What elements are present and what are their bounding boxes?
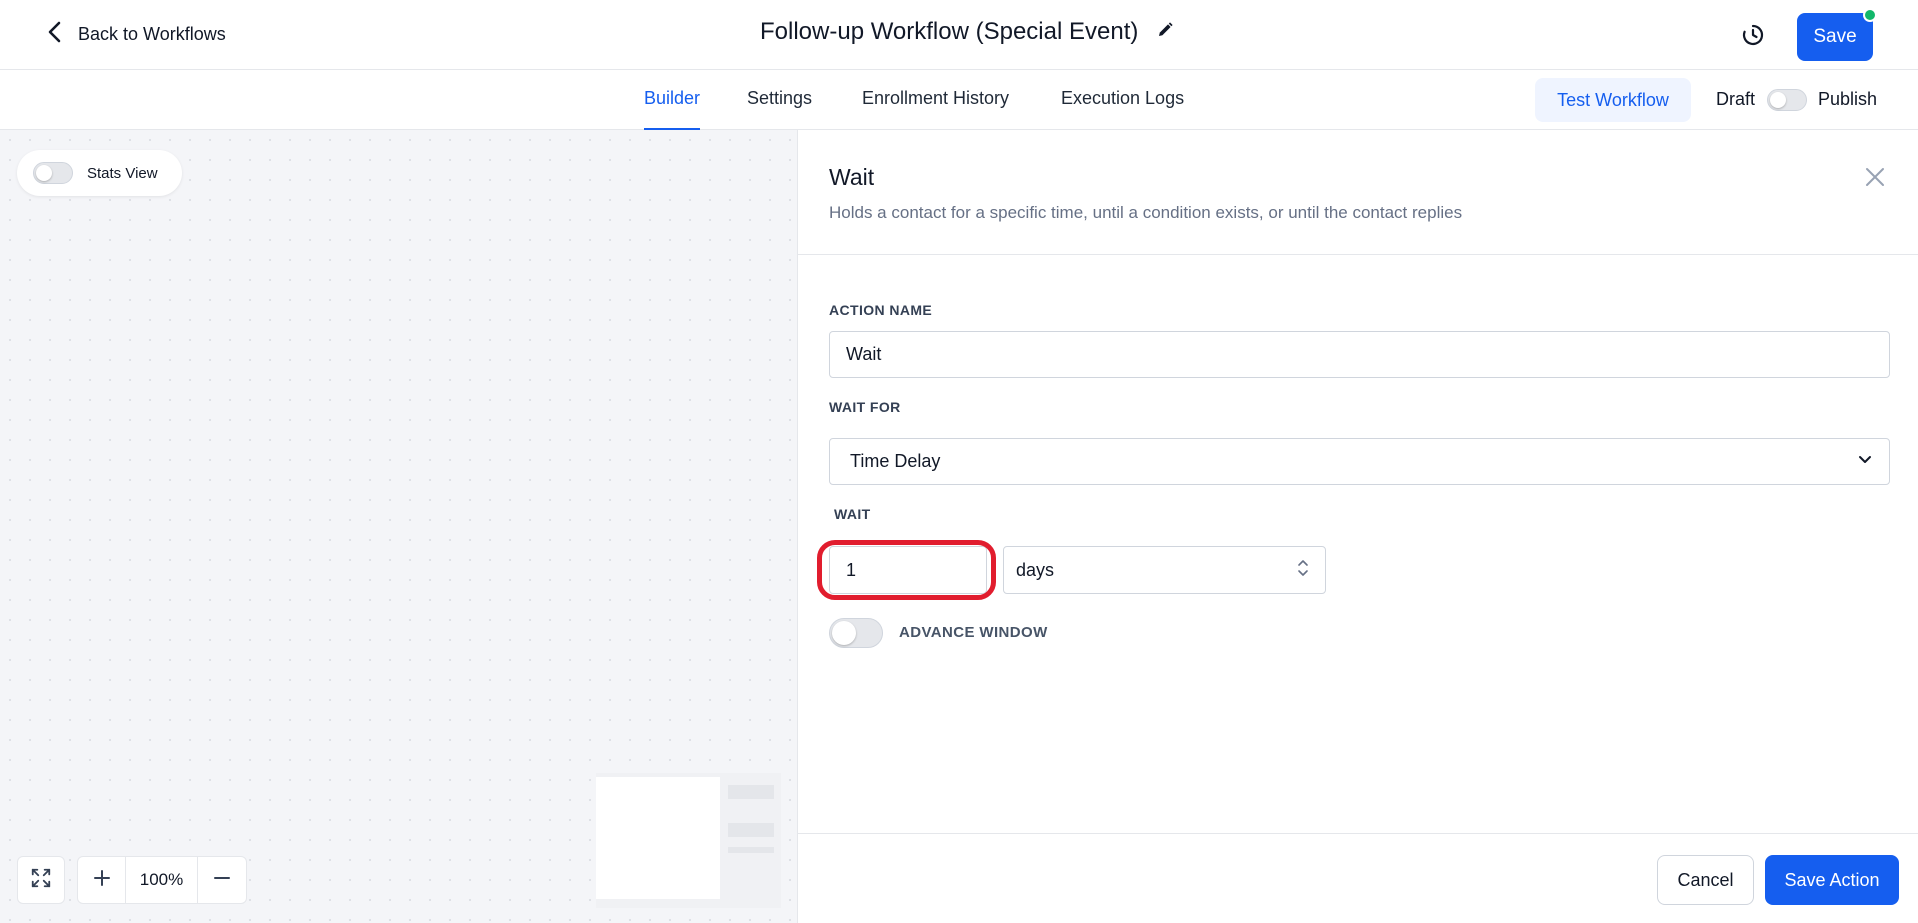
minimap[interactable] xyxy=(596,773,781,908)
wait-label: WAIT xyxy=(834,506,871,522)
publish-toggle[interactable] xyxy=(1767,89,1807,111)
wait-unit-select[interactable]: days xyxy=(1003,546,1326,594)
pencil-icon[interactable] xyxy=(1156,21,1174,44)
zoom-in-button[interactable] xyxy=(78,857,126,903)
panel-description: Holds a contact for a specific time, unt… xyxy=(829,203,1463,222)
advance-window-toggle[interactable] xyxy=(829,618,883,648)
chevron-down-icon xyxy=(1857,451,1873,472)
save-action-button[interactable]: Save Action xyxy=(1765,855,1899,905)
workflow-title-group: Follow-up Workflow (Special Event) xyxy=(760,18,1174,46)
back-to-workflows-link[interactable]: Back to Workflows xyxy=(44,20,226,49)
minimap-node xyxy=(728,785,774,799)
save-button[interactable]: Save xyxy=(1797,13,1873,61)
unsaved-status-dot xyxy=(1863,8,1877,22)
tab-bar: Builder Settings Enrollment History Exec… xyxy=(0,70,1918,130)
stats-view-toggle[interactable] xyxy=(33,162,73,184)
stats-view-label: Stats View xyxy=(87,164,158,182)
minimap-node xyxy=(728,847,774,853)
tab-execution-logs[interactable]: Execution Logs xyxy=(1061,88,1184,130)
chevron-up-down-icon xyxy=(1297,558,1309,583)
expand-icon xyxy=(30,867,52,894)
stats-view-control: Stats View xyxy=(17,150,182,196)
zoom-out-button[interactable] xyxy=(198,857,246,903)
top-bar: Back to Workflows Follow-up Workflow (Sp… xyxy=(0,0,1918,70)
publish-label: Publish xyxy=(1818,89,1878,109)
action-config-panel: Wait Holds a contact for a specific time… xyxy=(797,130,1918,923)
panel-header: Wait Holds a contact for a specific time… xyxy=(798,130,1918,255)
page-title: Follow-up Workflow (Special Event) xyxy=(760,18,1139,45)
tab-enrollment-history[interactable]: Enrollment History xyxy=(862,88,1009,130)
minimap-node xyxy=(728,823,774,837)
chevron-left-icon xyxy=(44,20,66,49)
wait-for-label: WAIT FOR xyxy=(829,399,901,415)
history-icon[interactable] xyxy=(1738,20,1768,50)
minimap-viewport xyxy=(596,777,720,899)
action-name-label: ACTION NAME xyxy=(829,302,933,318)
draft-label: Draft xyxy=(1716,89,1756,109)
panel-title: Wait xyxy=(829,164,875,190)
tab-settings[interactable]: Settings xyxy=(747,88,812,130)
back-label: Back to Workflows xyxy=(78,24,226,44)
toggle-knob xyxy=(1770,92,1786,108)
advance-window-label: ADVANCE WINDOW xyxy=(899,624,1048,641)
zoom-level: 100% xyxy=(126,857,198,903)
panel-footer: Cancel Save Action xyxy=(798,833,1918,923)
minus-icon xyxy=(212,868,232,893)
wait-for-value: Time Delay xyxy=(850,451,941,471)
plus-icon xyxy=(92,868,112,893)
action-name-input[interactable]: Wait xyxy=(829,331,1890,378)
workflow-canvas[interactable]: Stats View 100% xyxy=(0,130,797,923)
toggle-knob xyxy=(832,621,856,645)
zoom-controls: 100% xyxy=(77,856,247,904)
annotation-highlight xyxy=(817,540,996,600)
close-icon[interactable] xyxy=(1862,164,1888,190)
cancel-button[interactable]: Cancel xyxy=(1657,855,1754,905)
test-workflow-button[interactable]: Test Workflow xyxy=(1535,78,1691,122)
fit-view-button[interactable] xyxy=(17,856,65,904)
wait-for-select[interactable]: Time Delay xyxy=(829,438,1890,485)
toggle-knob xyxy=(36,165,52,181)
wait-unit-value: days xyxy=(1016,559,1055,580)
tab-builder[interactable]: Builder xyxy=(644,88,701,130)
